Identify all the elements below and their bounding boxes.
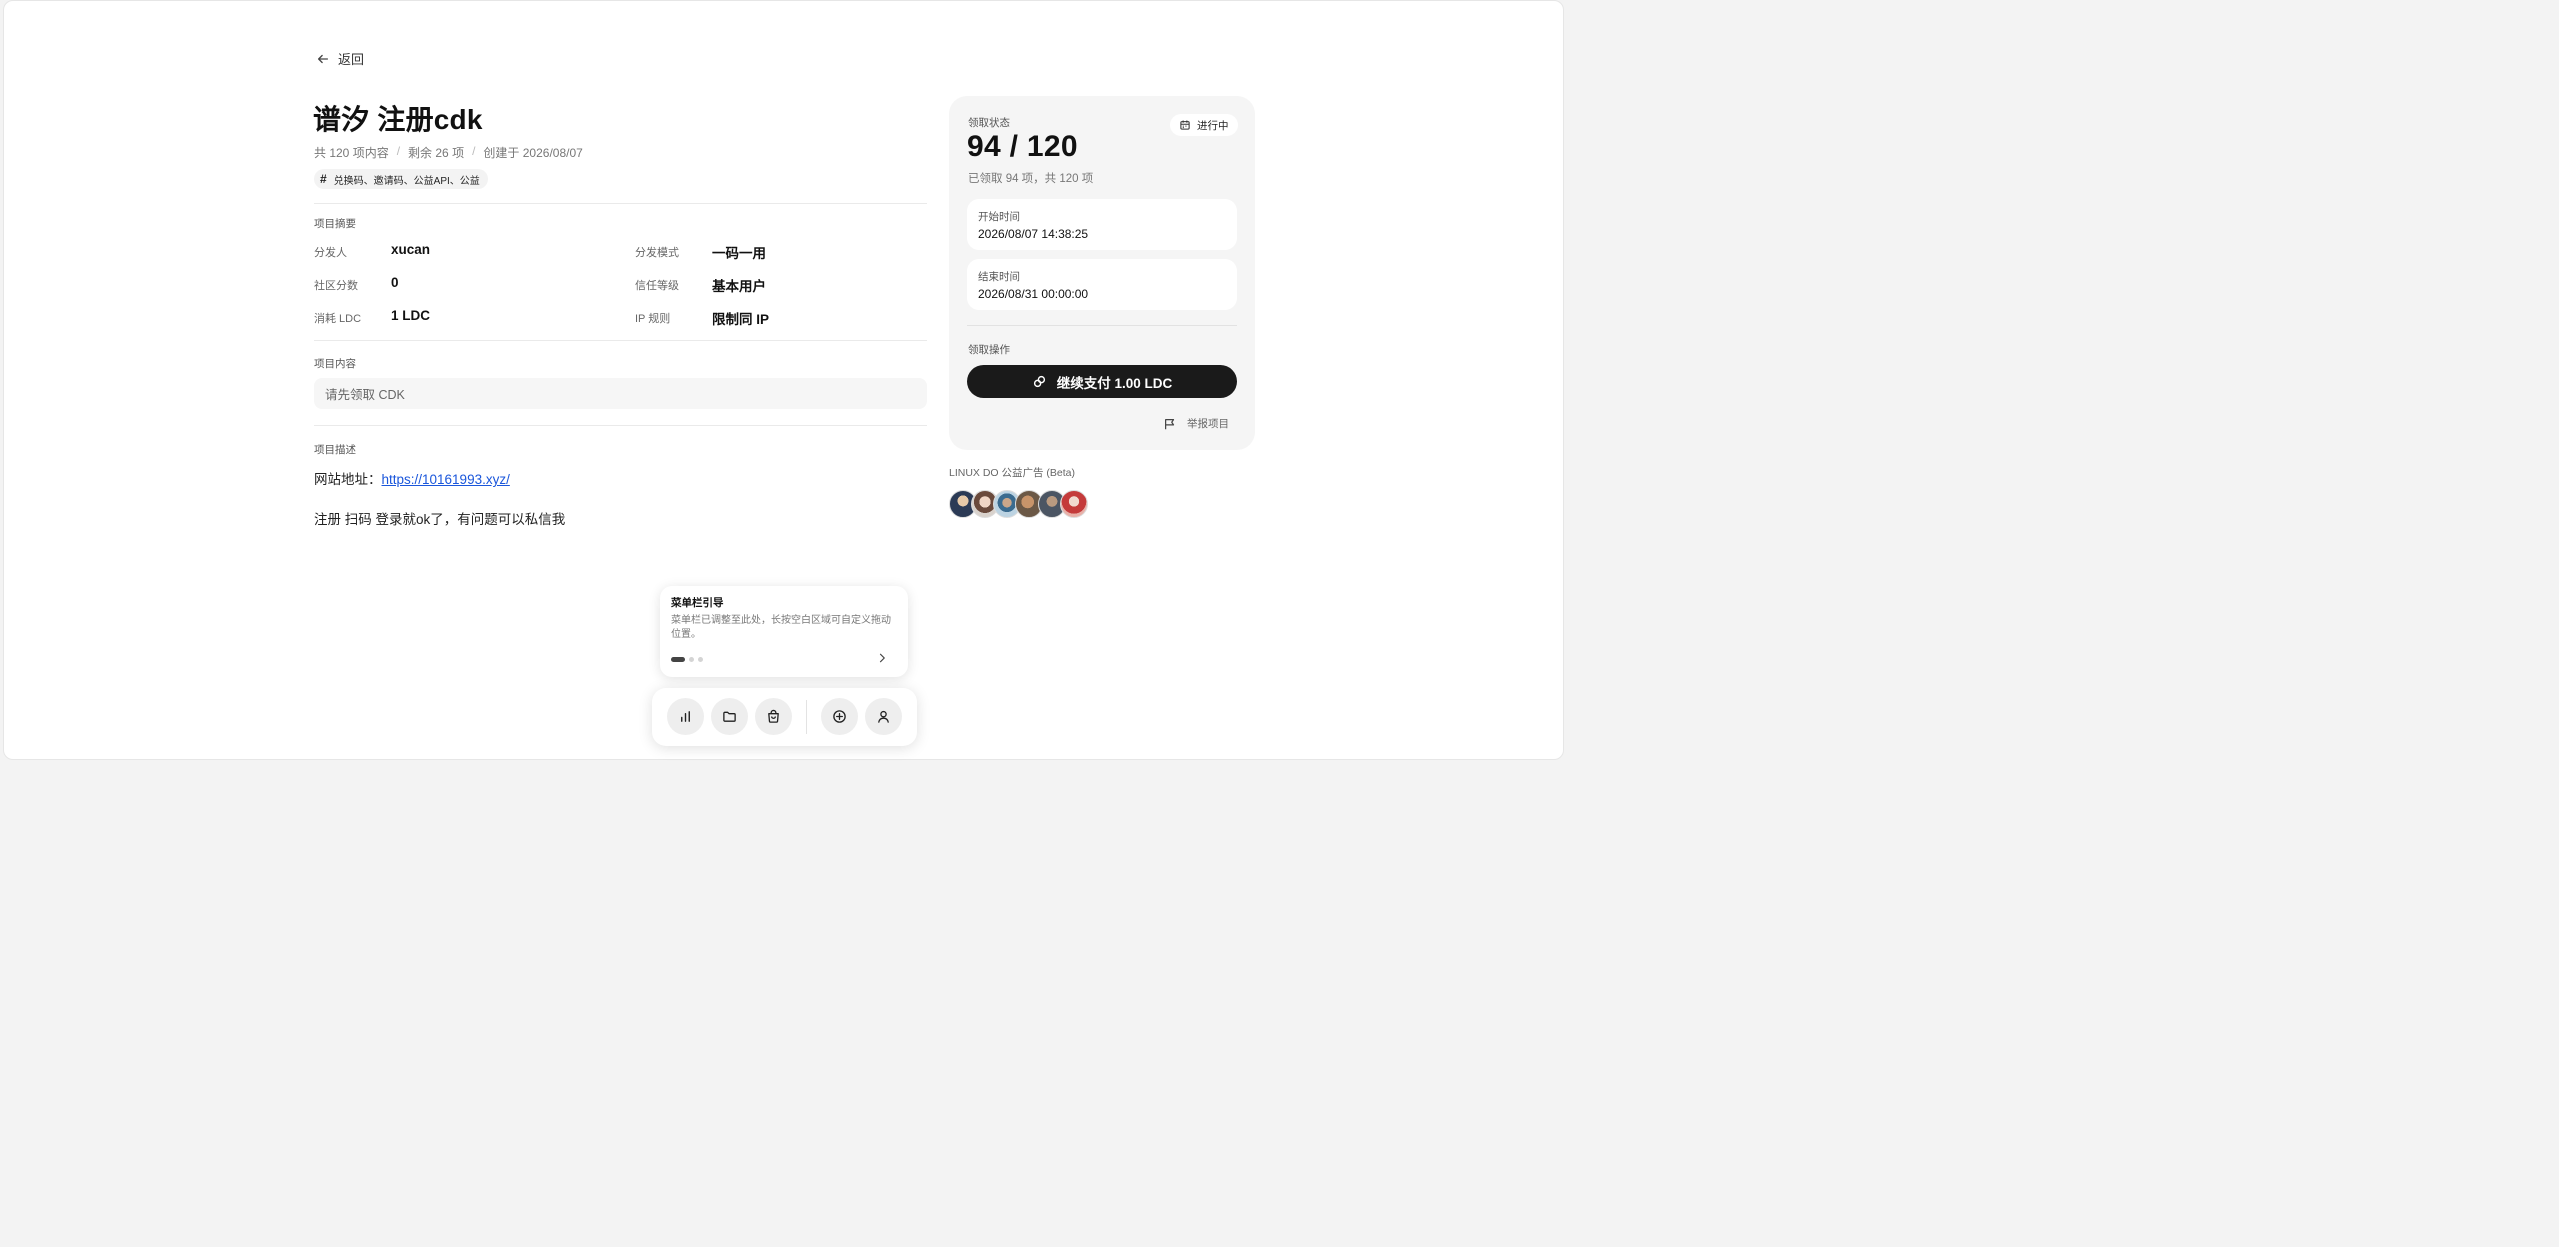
plus-circle-icon	[833, 710, 846, 723]
meta-separator: /	[396, 144, 401, 158]
description-text: 注册 扫码 登录就ok了，有问题可以私信我	[314, 512, 566, 527]
start-time-value: 2026/08/07 14:38:25	[978, 227, 1089, 241]
ldc-cost-value: 1 LDC	[391, 308, 431, 323]
guide-title: 菜单栏引导	[671, 597, 724, 609]
distributor-value: xucan	[391, 242, 431, 257]
project-meta: 共 120 项内容 / 剩余 26 项 / 创建于 2026/08/07	[314, 144, 583, 161]
meta-remaining: 剩余 26 项	[408, 146, 465, 160]
guide-dot-active	[671, 657, 685, 662]
folder-button[interactable]	[711, 698, 748, 735]
community-score-label: 社区分数	[314, 280, 358, 292]
content-section-label: 项目内容	[314, 358, 356, 370]
divider	[314, 340, 927, 341]
hash-icon: #	[320, 172, 327, 186]
cdk-content-box: 请先领取 CDK	[314, 378, 927, 409]
calendar-icon	[1180, 120, 1190, 130]
create-button[interactable]	[821, 698, 858, 735]
claim-count-detail: 已领取 94 项，共 120 项	[968, 173, 1094, 185]
meta-total: 共 120 项内容	[314, 146, 389, 160]
summary-section-label: 项目摘要	[314, 218, 356, 230]
shop-button[interactable]	[755, 698, 792, 735]
guide-pagination	[671, 657, 703, 662]
arrow-left-icon	[317, 54, 329, 63]
distribution-mode-label: 分发模式	[635, 247, 679, 259]
end-time-box: 结束时间 2026/08/31 00:00:00	[967, 259, 1237, 310]
divider	[314, 203, 927, 204]
claim-status-label: 领取状态	[968, 117, 1010, 129]
shopping-bag-icon	[768, 709, 779, 723]
pay-button[interactable]: 继续支付 1.00 LDC	[967, 365, 1237, 398]
chevron-right-icon	[879, 653, 885, 663]
menu-guide-popup: 菜单栏引导 菜单栏已调整至此处，长按空白区域可自定义拖动位置。	[660, 586, 908, 677]
ldc-cost-label: 消耗 LDC	[314, 313, 362, 325]
tags-label: 兑换码、邀请码、公益API、公益	[333, 175, 480, 187]
ip-rule-label: IP 规则	[635, 313, 671, 325]
start-time-label: 开始时间	[978, 211, 1020, 223]
status-badge: 进行中	[1170, 114, 1238, 136]
guide-body: 菜单栏已调整至此处，长按空白区域可自定义拖动位置。	[671, 615, 891, 640]
back-label: 返回	[338, 52, 365, 67]
claim-action-label: 领取操作	[968, 344, 1010, 356]
claim-count: 94 / 120	[967, 130, 1078, 163]
dock-divider	[806, 700, 807, 734]
cdk-placeholder: 请先领取 CDK	[325, 388, 405, 402]
page-title: 谱汐 注册cdk	[313, 104, 483, 135]
status-badge-label: 进行中	[1197, 119, 1229, 132]
stats-button[interactable]	[667, 698, 704, 735]
chart-icon	[681, 711, 690, 722]
meta-separator: /	[472, 144, 476, 158]
distributor-label: 分发人	[314, 247, 347, 259]
pay-button-label: 继续支付 1.00 LDC	[1056, 375, 1173, 391]
link-icon	[1033, 375, 1045, 388]
report-button[interactable]: 举报项目	[1163, 416, 1229, 431]
ip-rule-value: 限制同 IP	[712, 312, 770, 327]
user-icon	[878, 710, 889, 723]
start-time-box: 开始时间 2026/08/07 14:38:25	[967, 199, 1237, 250]
website-line: 网站地址：https://10161993.xyz/	[314, 468, 510, 488]
trust-level-label: 信任等级	[635, 280, 679, 292]
back-button[interactable]: 返回	[316, 49, 364, 68]
guide-dot	[689, 657, 694, 662]
website-prefix: 网站地址：	[314, 472, 382, 487]
website-link[interactable]: https://10161993.xyz/	[382, 472, 510, 487]
end-time-value: 2026/08/31 00:00:00	[978, 287, 1089, 301]
trust-level-value: 基本用户	[712, 279, 766, 294]
guide-dot	[698, 657, 703, 662]
folder-icon	[723, 711, 736, 722]
divider	[314, 425, 927, 426]
distribution-mode-value: 一码一用	[712, 246, 766, 261]
flag-icon	[1165, 418, 1175, 429]
ads-label: LINUX DO 公益广告 (Beta)	[949, 467, 1076, 479]
end-time-label: 结束时间	[978, 271, 1020, 283]
description-section-label: 项目描述	[314, 444, 356, 456]
report-label: 举报项目	[1187, 418, 1229, 430]
divider	[967, 325, 1237, 326]
guide-next-button[interactable]	[876, 652, 888, 667]
profile-button[interactable]	[865, 698, 902, 735]
bottom-dock	[652, 688, 917, 746]
community-score-value: 0	[391, 275, 399, 290]
meta-created: 创建于 2026/08/07	[483, 146, 583, 160]
avatar[interactable]	[1060, 490, 1088, 518]
tags-chip: # 兑换码、邀请码、公益API、公益	[314, 169, 488, 189]
